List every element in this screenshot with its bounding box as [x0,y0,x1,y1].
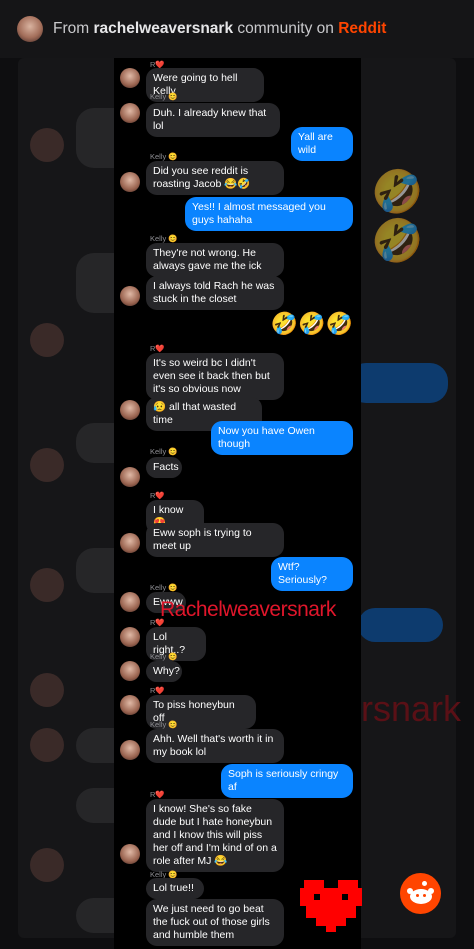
outgoing-message: Soph is seriously cringy af [221,764,353,798]
blurred-avatar [30,448,64,482]
incoming-message: Did you see reddit is roasting Jacob 😂🤣 [146,161,284,195]
header-prefix: From [53,20,94,37]
sender-name: Kelly 😊 [150,447,178,456]
sender-name: Kelly 😊 [150,720,178,729]
sender-name: Kelly 😊 [150,234,178,243]
sender-name: R❤️ [150,790,165,799]
blurred-avatar [30,673,64,707]
incoming-message: Facts [146,457,182,478]
sender-avatar [120,286,140,306]
antenna-shape [422,881,427,886]
community-avatar[interactable] [17,16,43,42]
outgoing-message: Wtf? Seriously? [271,557,353,591]
sender-avatar [120,695,140,715]
header-middle: community on [233,20,339,37]
sender-avatar [120,592,140,612]
sender-avatar [120,740,140,760]
incoming-message: We just need to go beat the fuck out of … [146,899,284,946]
blurred-emoji: 🤣🤣 [371,168,424,264]
incoming-message: They're not wrong. He always gave me the… [146,243,284,277]
sender-avatar [120,400,140,420]
outgoing-message: Yall are wild [291,127,353,161]
outgoing-message: Yes!! I almost messaged you guys hahaha [185,197,353,231]
sender-name: Kelly 😊 [150,152,178,161]
incoming-message: I always told Rach he was stuck in the c… [146,276,284,310]
sender-name: R❤️ [150,491,165,500]
sender-avatar [120,172,140,192]
reddit-link[interactable]: Reddit [338,20,386,37]
community-link[interactable]: rachelweaversnark [93,20,233,37]
blurred-avatar [30,323,64,357]
sender-avatar [120,103,140,123]
blurred-bubble [358,608,443,642]
sender-avatar [120,844,140,864]
watermark-background: rsnark [361,688,462,729]
header-bar: From rachelweaversnark community on Redd… [0,0,474,58]
incoming-message: Why? [146,661,182,682]
chat-screenshot: R❤️ Were going to hell Kelly Kelly 😊 Duh… [114,58,361,949]
blurred-avatar [30,848,64,882]
sender-name: R❤️ [150,686,165,695]
blurred-bubble [348,363,448,403]
incoming-message: I know! She's so fake dude but I hate ho… [146,799,284,872]
sender-name: Kelly 😊 [150,92,178,101]
sender-avatar [120,661,140,681]
incoming-message: Lol true!! [146,878,204,899]
red-pixel-heart-icon [300,880,362,932]
reddit-alien-icon[interactable] [400,873,441,914]
blurred-avatar [30,728,64,762]
alien-face-shape [409,888,432,904]
sender-name: Kelly 😊 [150,652,178,661]
incoming-message: Ahh. Well that's worth it in my book lol [146,729,284,763]
incoming-message: Eww soph is trying to meet up [146,523,284,557]
header-text: From rachelweaversnark community on Redd… [53,20,386,38]
sender-name: R❤️ [150,344,165,353]
sender-avatar [120,627,140,647]
sender-name: Kelly 😊 [150,583,178,592]
incoming-message: It's so weird bc I didn't even see it ba… [146,353,284,400]
sender-avatar [120,68,140,88]
emoji-message: 🤣🤣🤣 [270,311,353,336]
incoming-message: Duh. I already knew that lol [146,103,280,137]
watermark: Rachelweaversnark [160,598,336,621]
sender-avatar [120,533,140,553]
blurred-avatar [30,128,64,162]
blurred-avatar [30,568,64,602]
sender-avatar [120,467,140,487]
outgoing-message: Now you have Owen though [211,421,353,455]
